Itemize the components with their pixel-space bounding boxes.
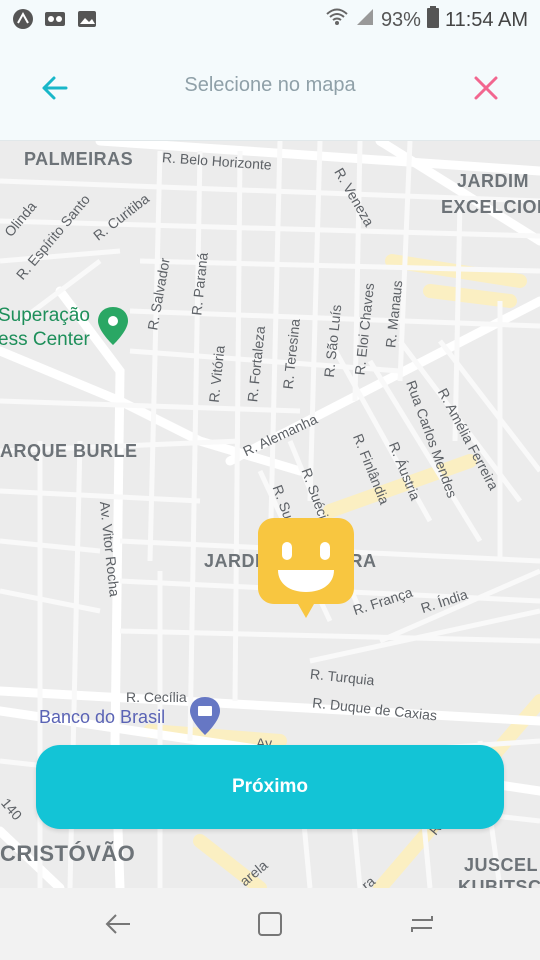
clock: 11:54 AM [444, 8, 528, 31]
district-jardim: JARDIM [457, 171, 530, 191]
district-cristovao: CRISTÓVÃO [0, 841, 136, 866]
page-title: Selecione no mapa [184, 74, 356, 96]
location-pin[interactable] [258, 518, 354, 628]
status-left-icons [12, 8, 98, 35]
back-nav-icon[interactable] [102, 908, 134, 940]
signal-icon [355, 7, 375, 33]
home-nav-icon[interactable] [254, 908, 286, 940]
street-label: R. Cecília [126, 689, 187, 705]
app-a-icon [12, 8, 34, 35]
district-parque-burle: ARQUE BURLE [0, 441, 138, 461]
image-icon [76, 8, 98, 35]
district-kubitsc: KUBITSC [458, 877, 540, 888]
next-button[interactable]: Próximo [36, 745, 504, 829]
poi-superacao-label: Superação [0, 305, 90, 326]
status-right: 93% 11:54 AM [325, 6, 528, 34]
wifi-icon [325, 7, 349, 33]
recents-nav-icon[interactable] [406, 908, 438, 940]
district-juscel: JUSCEL [464, 855, 539, 875]
district-excelcior: EXCELCIOR [441, 197, 540, 217]
close-icon [474, 76, 498, 100]
district-jardim-part: JARDI [204, 551, 261, 571]
poi-fitness-center-label: ess Center [0, 329, 90, 350]
system-nav-bar [0, 888, 540, 960]
voicemail-icon [44, 8, 66, 35]
district-palmeiras: PALMEIRAS [24, 149, 134, 169]
close-button[interactable] [466, 68, 506, 108]
status-bar: 93% 11:54 AM [0, 0, 540, 36]
poi-banco-do-brasil-label: Banco do Brasil [39, 707, 166, 727]
battery-percent: 93% [380, 8, 421, 31]
app-header: Selecione no mapa [0, 36, 540, 141]
smiley-pin-icon [258, 518, 354, 618]
battery-icon [426, 6, 439, 34]
